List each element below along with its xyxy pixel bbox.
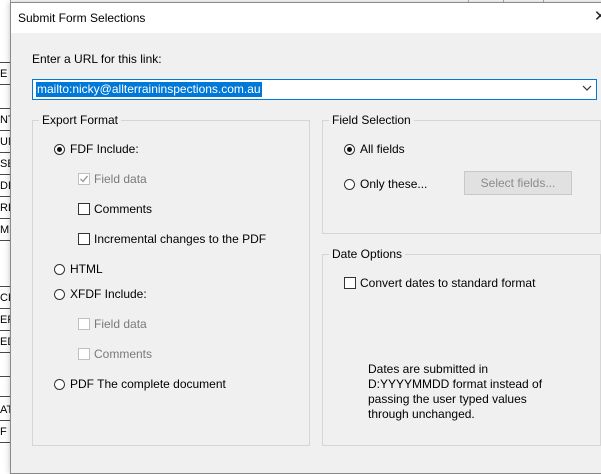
only-these-radio[interactable] xyxy=(344,179,355,190)
date-note-line: passing the user typed values xyxy=(368,392,527,406)
fdf-radio[interactable] xyxy=(54,144,65,155)
xfdf-comments-checkbox xyxy=(78,348,90,360)
date-note-line: through unchanged. xyxy=(368,407,475,421)
xfdf-label[interactable]: XFDF Include: xyxy=(70,287,147,301)
url-input[interactable]: mailto:nicky@allterraininspections.com.a… xyxy=(36,82,262,97)
field-selection-legend: Field Selection xyxy=(329,113,414,127)
pdf-label[interactable]: PDF The complete document xyxy=(70,377,226,391)
fdf-field-data-checkbox xyxy=(78,173,90,185)
convert-dates-label[interactable]: Convert dates to standard format xyxy=(360,276,535,290)
dialog-title: Submit Form Selections xyxy=(18,11,146,25)
url-combobox[interactable]: mailto:nicky@allterraininspections.com.a… xyxy=(32,79,597,100)
xfdf-field-data-checkbox xyxy=(78,318,90,330)
background-text: E xyxy=(0,68,8,80)
date-note: Dates are submitted in D:YYYYMMDD format… xyxy=(368,362,542,422)
date-options-legend: Date Options xyxy=(329,247,406,261)
checkmark-icon xyxy=(80,175,89,183)
export-format-group: Export Format xyxy=(32,113,310,446)
date-note-line: D:YYYYMMDD format instead of xyxy=(368,377,543,391)
select-fields-button[interactable]: Select fields... xyxy=(464,171,572,195)
title-bar: Submit Form Selections ✕ xyxy=(11,3,601,33)
fdf-incremental-label[interactable]: Incremental changes to the PDF xyxy=(94,232,266,246)
pdf-radio[interactable] xyxy=(54,379,65,390)
fdf-incremental-checkbox[interactable] xyxy=(78,233,90,245)
fdf-label[interactable]: FDF Include: xyxy=(70,142,139,156)
url-label: Enter a URL for this link: xyxy=(32,52,162,66)
fdf-comments-checkbox[interactable] xyxy=(78,203,90,215)
only-these-label[interactable]: Only these... xyxy=(360,177,427,191)
convert-dates-checkbox[interactable] xyxy=(344,277,356,289)
xfdf-radio[interactable] xyxy=(54,289,65,300)
html-label[interactable]: HTML xyxy=(70,262,103,276)
close-icon[interactable]: ✕ xyxy=(594,9,601,25)
chevron-down-icon[interactable] xyxy=(582,83,592,93)
html-radio[interactable] xyxy=(54,264,65,275)
all-fields-label[interactable]: All fields xyxy=(360,142,405,156)
export-format-legend: Export Format xyxy=(39,113,122,127)
all-fields-radio[interactable] xyxy=(344,144,355,155)
xfdf-comments-label: Comments xyxy=(94,347,153,361)
xfdf-field-data-label: Field data xyxy=(94,317,147,331)
submit-form-dialog: Submit Form Selections ✕ Enter a URL for… xyxy=(10,2,601,474)
date-note-line: Dates are submitted in xyxy=(368,362,489,376)
fdf-field-data-label: Field data xyxy=(94,172,147,186)
fdf-comments-label[interactable]: Comments xyxy=(94,202,152,216)
background-text: F xyxy=(0,426,7,438)
